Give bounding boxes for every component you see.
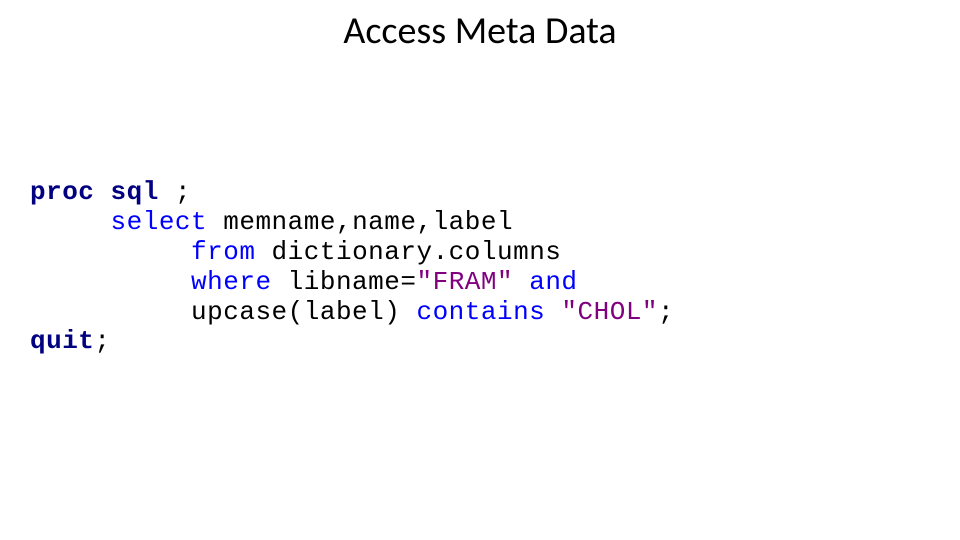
kw-and: and (529, 267, 577, 297)
str-fram: "FRAM" (416, 267, 513, 297)
sp5 (545, 297, 561, 327)
kw-sql: sql (111, 177, 159, 207)
kw-select: select (111, 207, 208, 237)
expr2a: upcase(label) (191, 297, 416, 327)
expr1: libname= (272, 267, 417, 297)
code-block: proc sql ; select memname,name,label fro… (30, 178, 674, 357)
kw-from: from (191, 237, 255, 267)
sp (94, 177, 110, 207)
sp4 (513, 267, 529, 297)
kw-quit: quit (30, 326, 94, 356)
semi6: ; (94, 326, 110, 356)
sp2 (159, 177, 175, 207)
slide: Access Meta Data proc sql ; select memna… (0, 0, 960, 540)
pad4 (30, 267, 191, 297)
kw-contains: contains (416, 297, 545, 327)
src: dictionary.columns (255, 237, 561, 267)
semi5: ; (658, 297, 674, 327)
kw-where: where (191, 267, 272, 297)
slide-title: Access Meta Data (0, 8, 960, 54)
pad3 (30, 237, 191, 267)
cols: memname,name,label (207, 207, 513, 237)
pad5 (30, 297, 191, 327)
str-chol: "CHOL" (561, 297, 658, 327)
pad2 (30, 207, 111, 237)
semi1: ; (175, 177, 191, 207)
kw-proc: proc (30, 177, 94, 207)
